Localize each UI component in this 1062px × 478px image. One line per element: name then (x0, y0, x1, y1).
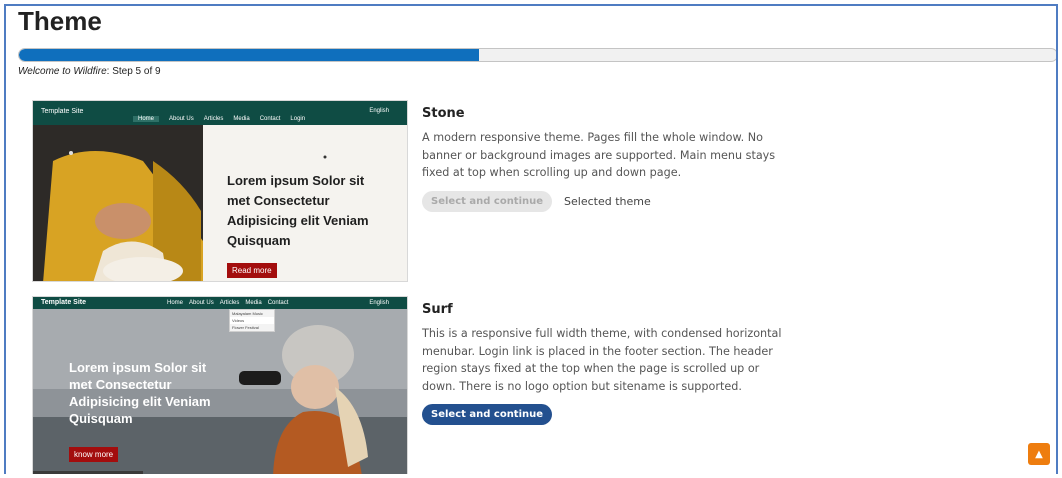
thumb-menu-item: Articles (219, 300, 240, 306)
progress-bar (18, 48, 1056, 62)
thumb-caption-surf: Lorem ipsum Solor sit met Consectetur Ad… (69, 360, 211, 426)
thumb-menu-item: Login (290, 116, 306, 122)
thumb-menu-item: Articles (203, 116, 224, 122)
chevron-up-icon: ▲ (1035, 448, 1043, 460)
thumb-menu-item: About Us (189, 300, 214, 306)
thumb-menu-item: Media (245, 300, 262, 306)
select-surf-button[interactable]: Select and continue (422, 404, 553, 425)
thumb-menu-surf: Home About Us Articles Media Contact (167, 300, 288, 306)
thumb-dropdown-item: Malayalam Music (232, 311, 263, 316)
thumb-dropdown-item: Videos (230, 317, 274, 324)
thumb-site-name-surf: Template Site (41, 299, 86, 306)
step-count: : Step 5 of 9 (106, 66, 161, 77)
thumb-menu-item: Home (133, 116, 160, 122)
theme-thumbnail-surf: Template Site Home About Us Articles Media C… (32, 296, 408, 474)
thumb-nav-stone: Template Site Home About Us Articles Media C… (33, 101, 407, 125)
thumb-know-more: know more (69, 447, 119, 462)
thumb-language-surf: English (369, 300, 389, 306)
thumb-dropdown-surf: Malayalam Music Videos Flower Festival (229, 309, 275, 332)
thumb-site-name: Template Site (41, 108, 84, 115)
progress-fill (19, 49, 479, 61)
scroll-to-top-button[interactable]: ▲ (1028, 443, 1050, 465)
select-stone-button: Select and continue (422, 190, 553, 212)
thumb-nav-surf: Template Site Home About Us Articles Media C… (33, 297, 407, 309)
theme-info-surf: Surf This is a responsive full width the… (422, 296, 782, 425)
theme-description-surf: This is a responsive full width theme, w… (422, 327, 782, 393)
theme-name-stone: Stone (422, 106, 465, 121)
thumb-language: English (369, 108, 389, 114)
theme-description-stone: A modern responsive theme. Pages fill th… (422, 131, 776, 179)
thumb-menu-stone: Home About Us Articles Media Contact Login (133, 116, 305, 122)
thumb-menu-item: Home (167, 300, 184, 306)
thumb-caption-stone: Lorem ipsum Solor sit met Consectetur Ad… (227, 173, 369, 248)
thumb-dropdown-item: Flower Festival (232, 325, 259, 330)
selected-theme-label: Selected theme (564, 194, 651, 208)
theme-name-surf: Surf (422, 302, 453, 317)
wizard-frame: Theme Welcome to Wildfire: Step 5 of 9 T… (4, 4, 1058, 474)
thumb-menu-item: Contact (267, 300, 289, 306)
thumb-read-more: Read more (227, 263, 277, 278)
step-indicator: Welcome to Wildfire: Step 5 of 9 (18, 66, 161, 77)
theme-info-stone: Stone A modern responsive theme. Pages f… (422, 100, 782, 212)
thumb-menu-item: About Us (169, 116, 194, 122)
theme-actions-surf: Select and continue (422, 404, 782, 425)
thumb-menu-item: Media (233, 116, 250, 122)
theme-actions-stone: Select and continue Selected theme (422, 190, 782, 212)
page-title: Theme (18, 6, 102, 36)
thumb-menu-item: Contact (259, 116, 281, 122)
theme-thumbnail-stone: Template Site Home About Us Articles Media C… (32, 100, 408, 282)
step-site-name: Welcome to Wildfire (18, 66, 107, 77)
